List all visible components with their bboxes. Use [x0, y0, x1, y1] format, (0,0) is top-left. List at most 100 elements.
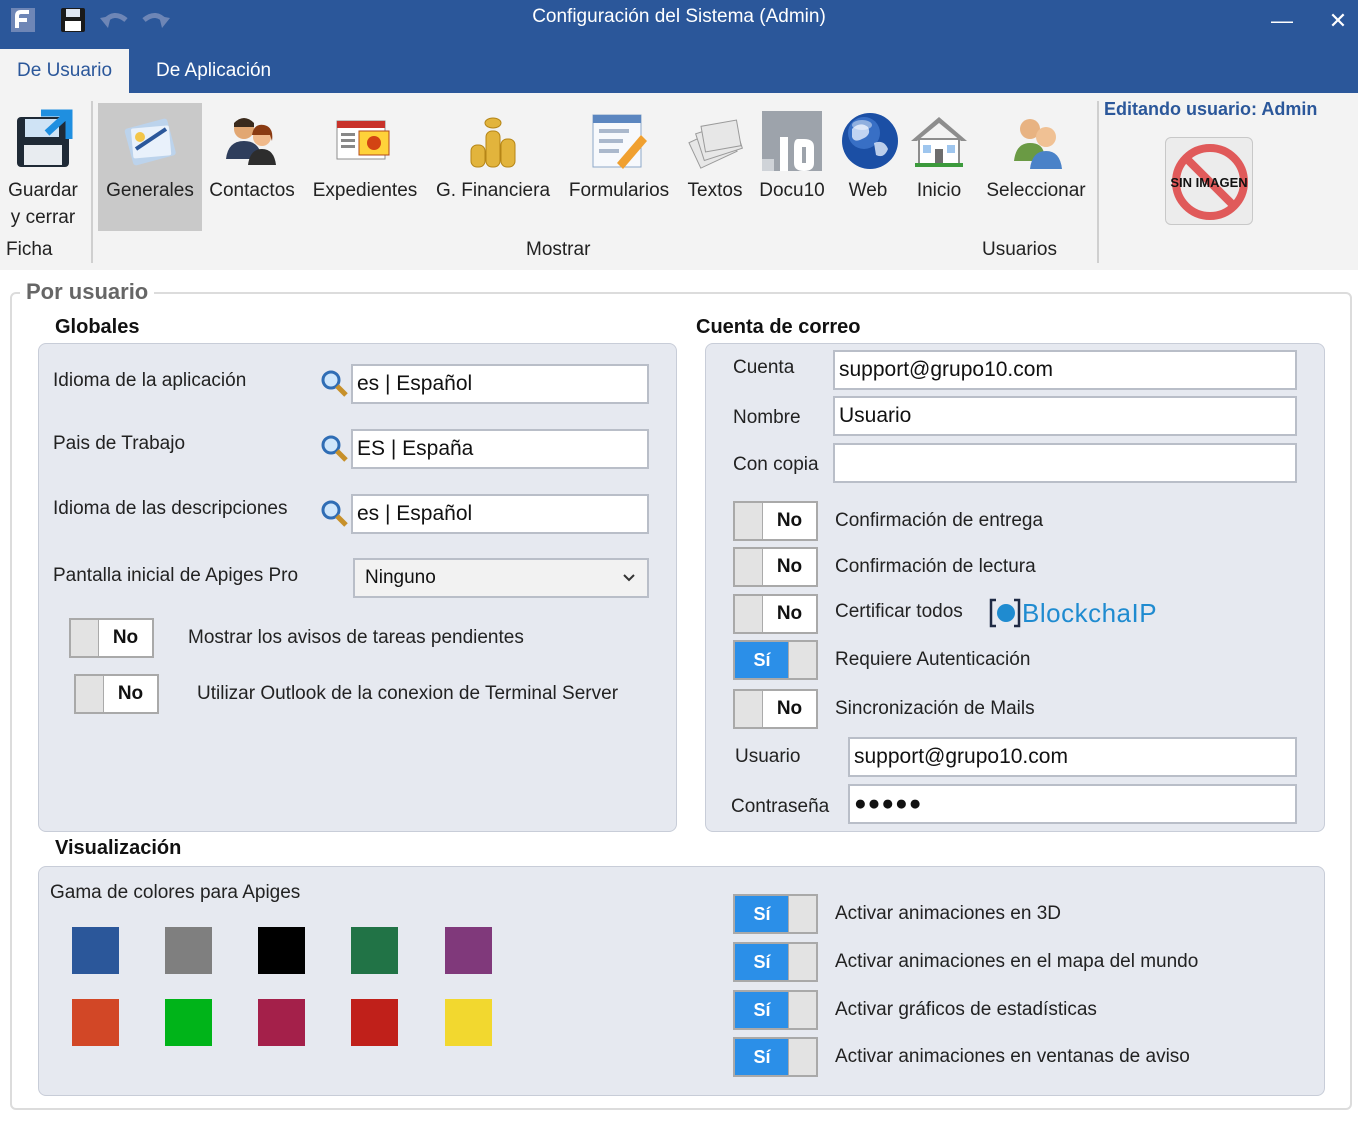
- avisos-toggle-state: No: [112, 627, 139, 648]
- toggle-knob: [71, 620, 99, 656]
- docu10-label: Docu10: [759, 180, 825, 201]
- toggle-knob: [788, 992, 816, 1028]
- toggle-knob: [735, 549, 763, 585]
- animaciones-3d-toggle[interactable]: Sí: [733, 894, 818, 934]
- outlook-toggle[interactable]: No: [74, 674, 159, 714]
- expedientes-button[interactable]: Expedientes: [306, 103, 424, 231]
- toggle-knob: [735, 596, 763, 632]
- window-title: Configuración del Sistema (Admin): [532, 6, 826, 27]
- sincronizacion-mails-toggle[interactable]: No: [733, 689, 818, 729]
- certificar-todos-toggle[interactable]: No: [733, 594, 818, 634]
- home-icon: [911, 117, 967, 167]
- color-swatch-purple[interactable]: [445, 927, 492, 974]
- confirmacion-entrega-label: Confirmación de entrega: [835, 510, 1044, 531]
- usuario-input[interactable]: support@grupo10.com: [848, 737, 1297, 777]
- toggle-state: Sí: [753, 1000, 771, 1020]
- save-close-icon: [17, 109, 73, 167]
- por-usuario-title: Por usuario: [20, 279, 155, 305]
- toggle-state: No: [776, 510, 803, 531]
- toggle-knob: [788, 896, 816, 932]
- tab-de-aplicacion[interactable]: De Aplicación: [139, 49, 288, 93]
- web-button[interactable]: Web: [838, 103, 898, 231]
- color-swatch-blue[interactable]: [72, 927, 119, 974]
- cuenta-input[interactable]: support@grupo10.com: [833, 350, 1297, 390]
- pantalla-inicial-label: Pantalla inicial de Apiges Pro: [53, 565, 299, 586]
- idioma-desc-input[interactable]: es | Español: [351, 494, 649, 534]
- animaciones-aviso-toggle[interactable]: Sí: [733, 1037, 818, 1077]
- ribbon: Guardar y cerrar Ficha Generales Contact…: [0, 93, 1358, 270]
- visualizacion-title: Visualización: [55, 837, 182, 859]
- pantalla-inicial-value: Ninguno: [365, 567, 436, 588]
- outlook-label: Utilizar Outlook de la conexion de Termi…: [197, 683, 619, 704]
- user-avatar[interactable]: SIN IMAGEN: [1165, 137, 1253, 225]
- color-swatch-green[interactable]: [351, 927, 398, 974]
- toggle-state: No: [776, 698, 803, 719]
- close-icon: ✕: [1328, 8, 1348, 33]
- generales-button[interactable]: Generales: [98, 103, 202, 231]
- inicio-label: Inicio: [916, 180, 962, 201]
- blockchain-icon: [989, 598, 1021, 628]
- avisos-toggle[interactable]: No: [69, 618, 154, 658]
- generales-label: Generales: [106, 180, 194, 201]
- cuenta-label: Cuenta: [733, 357, 795, 378]
- confirmacion-lectura-toggle[interactable]: No: [733, 547, 818, 587]
- idioma-app-label: Idioma de la aplicación: [53, 370, 247, 391]
- graficos-estadisticas-label: Activar gráficos de estadísticas: [835, 999, 1097, 1020]
- contacts-icon: [226, 118, 276, 165]
- pais-trabajo-label: Pais de Trabajo: [53, 433, 186, 454]
- blockchain-logo[interactable]: BlockchaIP: [988, 596, 1157, 630]
- docu10-button[interactable]: Docu10: [754, 103, 830, 231]
- tab-de-usuario[interactable]: De Usuario: [0, 49, 130, 93]
- pantalla-inicial-select[interactable]: Ninguno: [353, 558, 649, 598]
- toggle-state: Sí: [753, 952, 771, 972]
- select-users-icon: [1014, 119, 1062, 169]
- no-image-text: SIN IMAGEN: [1170, 175, 1248, 190]
- search-icon[interactable]: [320, 434, 348, 462]
- minimize-button[interactable]: —: [1262, 4, 1302, 38]
- nombre-input[interactable]: Usuario: [833, 396, 1297, 436]
- search-icon[interactable]: [320, 499, 348, 527]
- seleccionar-button[interactable]: Seleccionar: [980, 103, 1092, 231]
- color-swatch-yellow[interactable]: [445, 999, 492, 1046]
- password-input[interactable]: ●●●●●: [848, 784, 1297, 824]
- sincronizacion-mails-label: Sincronización de Mails: [835, 698, 1035, 719]
- formularios-button[interactable]: Formularios: [562, 103, 676, 231]
- chevron-down-icon: [623, 574, 635, 582]
- close-button[interactable]: ✕: [1318, 4, 1358, 38]
- coins-icon: [470, 117, 516, 168]
- nombre-label: Nombre: [733, 407, 801, 428]
- requiere-autenticacion-label: Requiere Autenticación: [835, 649, 1031, 670]
- save-close-button[interactable]: Guardar y cerrar: [2, 103, 84, 231]
- toggle-knob: [76, 676, 104, 712]
- form-icon: [592, 114, 647, 169]
- formularios-label: Formularios: [568, 180, 670, 201]
- idioma-desc-label: Idioma de las descripciones: [53, 498, 288, 519]
- animaciones-mapa-label: Activar animaciones en el mapa del mundo: [835, 951, 1199, 972]
- color-swatch-red[interactable]: [351, 999, 398, 1046]
- pais-trabajo-input[interactable]: ES | España: [351, 429, 649, 469]
- color-swatch-crimson[interactable]: [258, 999, 305, 1046]
- requiere-autenticacion-toggle[interactable]: Sí: [733, 640, 818, 680]
- contactos-button[interactable]: Contactos: [204, 103, 300, 231]
- group-label-ficha: Ficha: [6, 239, 53, 260]
- blockchain-logo-text: BlockchaIP: [1022, 597, 1158, 628]
- color-swatch-lime[interactable]: [165, 999, 212, 1046]
- color-swatch-orange[interactable]: [72, 999, 119, 1046]
- textos-button[interactable]: Textos: [682, 103, 748, 231]
- toggle-knob: [788, 642, 816, 678]
- color-swatch-black[interactable]: [258, 927, 305, 974]
- idioma-app-input[interactable]: es | Español: [351, 364, 649, 404]
- toggle-state: No: [776, 603, 803, 624]
- confirmacion-lectura-label: Confirmación de lectura: [835, 556, 1036, 577]
- inicio-button[interactable]: Inicio: [906, 103, 972, 231]
- confirmacion-entrega-toggle[interactable]: No: [733, 501, 818, 541]
- color-swatch-gray[interactable]: [165, 927, 212, 974]
- avisos-label: Mostrar los avisos de tareas pendientes: [188, 627, 524, 648]
- ribbon-separator: [1097, 101, 1099, 263]
- financiera-button[interactable]: G. Financiera: [430, 103, 556, 231]
- title-bar: Configuración del Sistema (Admin) — ✕: [0, 0, 1358, 43]
- animaciones-mapa-toggle[interactable]: Sí: [733, 942, 818, 982]
- search-icon[interactable]: [320, 369, 348, 397]
- graficos-estadisticas-toggle[interactable]: Sí: [733, 990, 818, 1030]
- con-copia-input[interactable]: [833, 443, 1297, 483]
